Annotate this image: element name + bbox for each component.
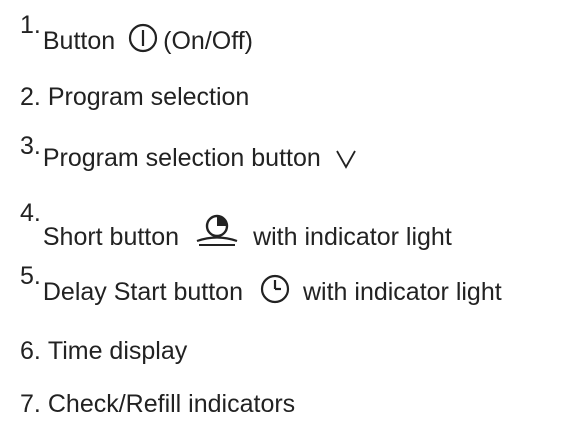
list-item-program-selection-button: 3. Program selection button bbox=[20, 132, 357, 173]
item-number: 7. bbox=[20, 390, 41, 418]
list-item-on-off: 1. Button (On/Off) bbox=[20, 11, 253, 56]
item-text-suffix: (On/Off) bbox=[163, 27, 253, 55]
power-icon bbox=[127, 22, 159, 54]
chevron-down-icon bbox=[335, 149, 357, 169]
list-item-check-refill: 7. Check/Refill indicators bbox=[20, 389, 295, 419]
clock-icon bbox=[259, 273, 291, 305]
item-number: 3. bbox=[20, 132, 41, 160]
item-number: 1. bbox=[20, 11, 41, 39]
item-text: Program selection button bbox=[42, 144, 321, 172]
item-text: Delay Start button bbox=[42, 278, 243, 306]
item-text: Button bbox=[42, 27, 116, 55]
item-text: Check/Refill indicators bbox=[47, 390, 296, 418]
item-number: 2. bbox=[20, 83, 41, 111]
item-number: 6. bbox=[20, 337, 41, 365]
item-text-suffix: with indicator light bbox=[253, 223, 452, 251]
list-item-delay-start-button: 5. Delay Start button with indicator lig… bbox=[20, 262, 502, 307]
item-text: Program selection bbox=[47, 83, 250, 111]
list-item-program-selection: 2. Program selection bbox=[20, 82, 249, 112]
short-program-icon bbox=[193, 210, 241, 250]
list-item-time-display: 6. Time display bbox=[20, 336, 187, 366]
item-number: 5. bbox=[20, 262, 41, 290]
item-text: Short button bbox=[42, 223, 180, 251]
item-text: Time display bbox=[47, 337, 188, 365]
list-item-short-button: 4. Short button with indicator light bbox=[20, 199, 452, 252]
item-number: 4. bbox=[20, 199, 41, 227]
item-text-suffix: with indicator light bbox=[302, 278, 502, 306]
